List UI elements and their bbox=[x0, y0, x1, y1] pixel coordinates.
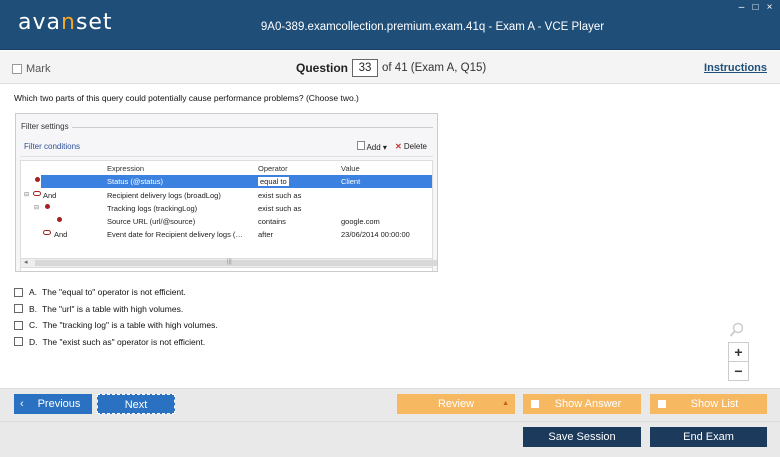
session-bar: Save Session End Exam bbox=[0, 421, 780, 457]
filter-actions: Add ▾ ✕ Delete bbox=[356, 141, 427, 152]
instructions-link[interactable]: Instructions bbox=[704, 62, 767, 74]
row-operator: exist such as bbox=[258, 191, 302, 200]
answer-letter: C. bbox=[29, 320, 38, 331]
horizontal-scrollbar: ◂ ||| bbox=[20, 258, 437, 268]
zoom-in-button[interactable]: + bbox=[728, 342, 749, 362]
review-button[interactable]: Review ▲ bbox=[397, 394, 515, 414]
add-action: Add ▾ bbox=[356, 141, 387, 152]
minimize-icon[interactable]: – bbox=[737, 3, 746, 13]
row-expression: Tracking logs (trackingLog) bbox=[107, 204, 198, 213]
group-icon bbox=[33, 191, 41, 196]
row-expression: Source URL (url/@source) bbox=[107, 217, 196, 226]
answer-option-a[interactable]: A. The "equal to" operator is not effici… bbox=[14, 284, 218, 301]
previous-button[interactable]: ‹ Previous bbox=[14, 394, 92, 414]
row-value: Client bbox=[341, 177, 361, 186]
answer-letter: A. bbox=[29, 287, 38, 298]
filter-conditions-bar: Filter conditions Add ▾ ✕ Delete bbox=[20, 137, 433, 157]
caret-up-icon: ▲ bbox=[502, 400, 509, 407]
title-bar: avanset 9A0-389.examcollection.premium.e… bbox=[0, 0, 780, 50]
row-operator: equal to bbox=[258, 177, 289, 186]
column-header-operator: Operator bbox=[258, 164, 288, 173]
delete-action: ✕ Delete bbox=[394, 142, 427, 151]
checkbox-icon bbox=[531, 400, 539, 408]
answer-option-d[interactable]: D. The "exist such as" operator is not e… bbox=[14, 334, 218, 351]
chevron-left-icon: ‹ bbox=[20, 398, 24, 410]
conditions-grid: Expression Operator Value Status (@statu… bbox=[20, 160, 433, 271]
maximize-icon[interactable]: □ bbox=[751, 3, 760, 13]
answer-text: The "url" is a table with high volumes. bbox=[42, 303, 184, 314]
row-expression: Event date for Recipient delivery logs (… bbox=[107, 230, 243, 239]
table-row: And Event date for Recipient delivery lo… bbox=[21, 228, 432, 241]
exhibit-image: Filter settings Filter conditions Add ▾ … bbox=[15, 113, 438, 272]
window-title: 9A0-389.examcollection.premium.exam.41q … bbox=[260, 21, 605, 33]
group-icon bbox=[43, 230, 51, 235]
checkbox-icon[interactable] bbox=[14, 287, 23, 297]
row-value: 23/06/2014 00:00:00 bbox=[341, 230, 410, 239]
question-toolbar: Mark Question 33 of 41 (Exam A, Q15) Ins… bbox=[0, 51, 780, 84]
filter-conditions-title: Filter conditions bbox=[24, 142, 81, 151]
delete-icon: ✕ bbox=[394, 142, 402, 151]
scroll-grip-icon: ||| bbox=[227, 259, 232, 265]
answer-list: A. The "equal to" operator is not effici… bbox=[14, 284, 218, 350]
table-row: ⊟ Tracking logs (trackingLog) exist such… bbox=[21, 202, 432, 215]
window-controls: – □ × bbox=[737, 3, 774, 13]
checkbox-icon[interactable] bbox=[14, 320, 23, 330]
save-session-button[interactable]: Save Session bbox=[523, 427, 641, 447]
question-label: Question bbox=[296, 61, 349, 75]
scroll-thumb bbox=[35, 260, 437, 266]
condition-icon bbox=[45, 204, 50, 209]
answer-option-c[interactable]: C. The "tracking log" is a table with hi… bbox=[14, 317, 218, 334]
table-row: Source URL (url/@source) contains google… bbox=[21, 215, 432, 228]
table-row: Status (@status) equal to Client bbox=[35, 175, 432, 188]
row-expression: Recipient delivery logs (broadLog) bbox=[107, 191, 221, 200]
row-expression: Status (@status) bbox=[107, 177, 163, 186]
column-header-expression: Expression bbox=[107, 164, 145, 173]
answer-text: The "equal to" operator is not efficient… bbox=[42, 287, 186, 298]
question-navigator: Question 33 of 41 (Exam A, Q15) bbox=[296, 59, 486, 77]
condition-icon bbox=[57, 217, 62, 222]
answer-option-b[interactable]: B. The "url" is a table with high volume… bbox=[14, 301, 218, 318]
show-list-button[interactable]: Show List bbox=[650, 394, 767, 414]
row-operator: after bbox=[258, 230, 274, 239]
answer-letter: B. bbox=[29, 303, 38, 314]
question-count: of 41 (Exam A, Q15) bbox=[382, 62, 487, 74]
divider bbox=[72, 127, 433, 128]
filter-settings-title: Filter settings bbox=[21, 122, 69, 131]
checkbox-icon[interactable] bbox=[14, 337, 23, 347]
close-icon[interactable]: × bbox=[765, 3, 774, 13]
row-logic: And bbox=[43, 191, 57, 200]
mark-label: Mark bbox=[26, 63, 51, 75]
navigation-bar: ‹ Previous Next Review ▲ Show Answer Sho… bbox=[0, 388, 780, 421]
row-logic: And bbox=[54, 230, 68, 239]
mark-checkbox[interactable]: Mark bbox=[12, 63, 50, 75]
checkbox-icon[interactable] bbox=[14, 304, 23, 314]
end-exam-button[interactable]: End Exam bbox=[650, 427, 767, 447]
question-area: Which two parts of this query could pote… bbox=[0, 85, 780, 387]
condition-icon bbox=[35, 177, 40, 182]
answer-letter: D. bbox=[29, 336, 38, 347]
collapse-icon: ⊟ bbox=[34, 205, 40, 211]
row-operator: contains bbox=[258, 217, 286, 226]
row-value: google.com bbox=[341, 217, 380, 226]
add-icon bbox=[356, 141, 365, 150]
zoom-search-icon bbox=[729, 322, 744, 337]
checkbox-icon bbox=[658, 400, 666, 408]
zoom-out-button[interactable]: − bbox=[728, 361, 749, 381]
show-answer-button[interactable]: Show Answer bbox=[523, 394, 641, 414]
checkbox-icon[interactable] bbox=[12, 64, 22, 74]
scroll-left-icon: ◂ bbox=[24, 259, 28, 266]
question-text: Which two parts of this query could pote… bbox=[14, 93, 359, 103]
table-row: ⊟ And Recipient delivery logs (broadLog)… bbox=[21, 189, 432, 202]
question-number-input[interactable]: 33 bbox=[352, 59, 379, 77]
collapse-icon: ⊟ bbox=[24, 192, 30, 198]
column-header-value: Value bbox=[341, 164, 360, 173]
next-button[interactable]: Next bbox=[97, 394, 175, 414]
answer-text: The "tracking log" is a table with high … bbox=[42, 320, 218, 331]
row-operator: exist such as bbox=[258, 204, 302, 213]
answer-text: The "exist such as" operator is not effi… bbox=[42, 336, 206, 347]
